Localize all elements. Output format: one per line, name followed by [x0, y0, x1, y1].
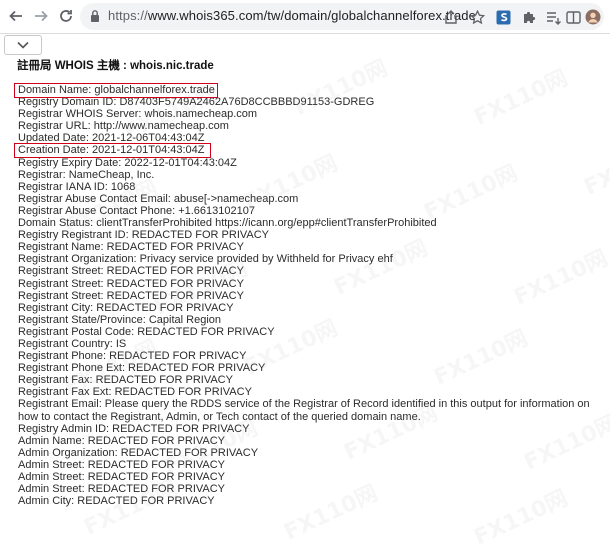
- reload-button[interactable]: [56, 6, 76, 26]
- whois-record-line: Domain Name: globalchannelforex.trade: [18, 84, 215, 96]
- star-icon: [469, 9, 485, 24]
- bookmark-button[interactable]: [468, 8, 486, 26]
- whois-record-line: Registrant Name: REDACTED FOR PRIVACY: [18, 241, 244, 254]
- whois-record-line: Registrant State/Province: Capital Regio…: [18, 313, 221, 326]
- whois-record-line: Registry Registrant ID: REDACTED FOR PRI…: [18, 229, 270, 242]
- avatar: [585, 9, 601, 25]
- whois-record-line: Registrar WHOIS Server: whois.namecheap.…: [18, 108, 258, 121]
- whois-record-line: Admin City: REDACTED FOR PRIVACY: [18, 495, 215, 508]
- whois-record-line: Registrant Street: REDACTED FOR PRIVACY: [18, 277, 244, 290]
- url-scheme: https://: [108, 8, 148, 23]
- chevron-down-icon: [17, 41, 29, 49]
- whois-server-heading: 註冊局 WHOIS 主機 : whois.nic.trade: [17, 60, 214, 72]
- whois-record-line: Admin Street: REDACTED FOR PRIVACY: [18, 471, 226, 483]
- s-extension-icon: [496, 10, 510, 24]
- whois-record-line: Registrant Street: REDACTED FOR PRIVACY: [18, 265, 244, 278]
- whois-record-line: Registrant Street: REDACTED FOR PRIVACY: [18, 289, 244, 302]
- browser-toolbar: https://www.whois365.com/tw/domain/globa…: [0, 0, 610, 34]
- share-button[interactable]: [442, 8, 460, 26]
- whois-record-line: Registrant Organization: Privacy service…: [18, 253, 393, 266]
- whois-record-line: Registry Domain ID: D87403F5749A2462A76D…: [18, 96, 375, 109]
- whois-record-line: Registrant City: REDACTED FOR PRIVACY: [18, 301, 234, 314]
- whois-record-line: Domain Status: clientTransferProhibited …: [18, 217, 437, 230]
- forward-button[interactable]: [31, 6, 51, 26]
- whois-record-line: Updated Date: 2021-12-06T04:43:04Z: [18, 132, 205, 145]
- extensions-button[interactable]: [520, 8, 538, 26]
- whois-record-line: Registrant Phone: REDACTED FOR PRIVACY: [18, 350, 247, 363]
- puzzle-icon: [523, 11, 535, 23]
- whois-record-line: Registrar IANA ID: 1068: [18, 180, 136, 193]
- split-button[interactable]: [564, 8, 582, 26]
- whois-record-line: Registrant Email: Please query the RDDS …: [18, 398, 590, 423]
- whois-record-line: Admin Organization: REDACTED FOR PRIVACY: [18, 446, 259, 459]
- whois-record-line: Admin Street: REDACTED FOR PRIVACY: [18, 458, 226, 471]
- profile-button[interactable]: [584, 8, 602, 26]
- reading-list-button[interactable]: [544, 8, 562, 26]
- url-path: www.whois365.com/tw/domain/globalchannel…: [147, 8, 476, 23]
- arrow-right-icon: [35, 10, 48, 22]
- whois-record-line: Registrant Fax Ext: REDACTED FOR PRIVACY: [18, 386, 252, 399]
- whois-record-line: Registry Admin ID: REDACTED FOR PRIVACY: [18, 422, 250, 435]
- s-extension-button[interactable]: [494, 8, 512, 26]
- address-bar[interactable]: https://www.whois365.com/tw/domain/globa…: [80, 3, 604, 30]
- whois-record-line: Registrant Country: IS: [18, 337, 127, 350]
- whois-record-line: Admin Name: REDACTED FOR PRIVACY: [18, 434, 226, 447]
- split-icon: [565, 10, 581, 24]
- whois-record-line: Creation Date: 2021-12-01T04:43:04Z: [18, 144, 205, 157]
- whois-record: Domain Name: globalchannelforex.trade Reg…: [18, 84, 608, 507]
- whois-record-line: Registrar: NameCheap, Inc.: [18, 168, 155, 181]
- reading-list-icon: [546, 11, 561, 25]
- url-text[interactable]: https://www.whois365.com/tw/domain/globa…: [108, 8, 476, 23]
- lock-icon[interactable]: [90, 9, 100, 23]
- whois-record-line: Registrar Abuse Contact Email: abuse[->n…: [18, 192, 299, 205]
- whois-record-line: Admin Street: REDACTED FOR PRIVACY: [18, 483, 226, 496]
- collapse-button[interactable]: [4, 35, 42, 55]
- whois-record-line: Registrar Abuse Contact Phone: +1.661310…: [18, 204, 255, 217]
- arrow-left-icon: [9, 10, 22, 22]
- whois-record-line: Registrant Phone Ext: REDACTED FOR PRIVA…: [18, 362, 266, 375]
- back-button[interactable]: [6, 6, 26, 26]
- whois-record-line: Registry Expiry Date: 2022-12-01T04:43:0…: [18, 156, 237, 169]
- share-icon: [445, 10, 457, 24]
- whois-record-line: Registrant Fax: REDACTED FOR PRIVACY: [18, 374, 233, 387]
- whois-record-line: Registrant Postal Code: REDACTED FOR PRI…: [18, 325, 275, 338]
- whois-record-line: Registrar URL: http://www.namecheap.com: [18, 120, 229, 133]
- reload-icon: [60, 10, 72, 22]
